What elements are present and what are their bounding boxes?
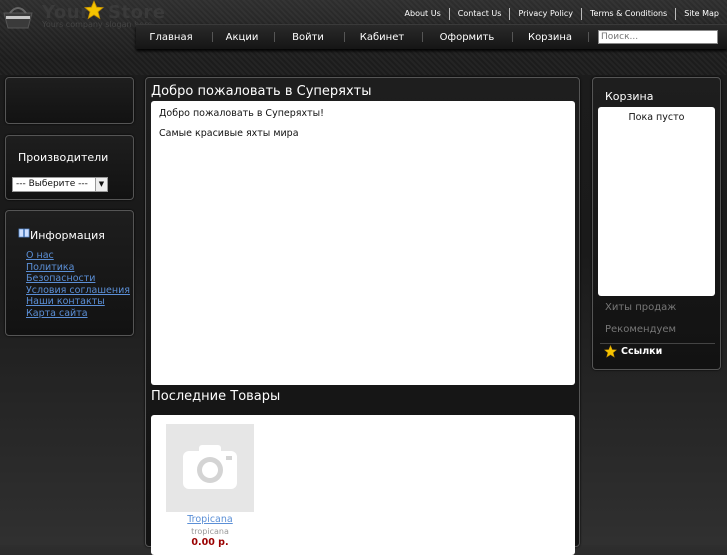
about-link[interactable]: О нас <box>26 250 130 262</box>
menu-item-cart[interactable]: Корзина <box>518 25 582 49</box>
product-price: 0.00 р. <box>191 537 229 548</box>
policy-link[interactable]: Политика <box>26 262 130 274</box>
menu-separator <box>274 32 275 42</box>
welcome-panel: Добро пожаловать в Суперяхты! Самые крас… <box>151 101 575 385</box>
contact-us-link[interactable]: Contact Us <box>448 8 510 20</box>
book-icon <box>18 228 30 238</box>
manufacturers-title: Производители <box>18 151 109 164</box>
menu-item-login[interactable]: Войти <box>276 25 340 49</box>
menu-separator <box>422 32 423 42</box>
manufacturer-select-value: --- Выберите --- <box>16 179 88 189</box>
latest-title: Последние Товары <box>151 389 281 404</box>
star-icon <box>84 0 104 20</box>
left-empty-box <box>5 77 134 124</box>
welcome-title: Добро пожаловать в Суперяхты <box>151 84 372 99</box>
manufacturer-select[interactable]: --- Выберите --- ▼ <box>12 177 108 192</box>
divider <box>600 343 715 344</box>
menu-item-home[interactable]: Главная <box>140 25 202 49</box>
latest-panel: Tropicana tropicana 0.00 р. <box>151 415 575 555</box>
product-model: tropicana <box>191 527 229 536</box>
menu-item-account[interactable]: Кабинет <box>348 25 416 49</box>
contacts-link[interactable]: Наши контакты <box>26 296 130 308</box>
search-input[interactable] <box>598 30 718 44</box>
welcome-line2: Самые красивые яхты мира <box>159 128 299 139</box>
menu-separator <box>344 32 345 42</box>
basket-icon <box>3 7 33 29</box>
star-icon <box>604 345 617 358</box>
cart-title: Корзина <box>605 90 654 103</box>
cart-panel: Пока пусто <box>598 107 715 296</box>
chevron-down-icon[interactable]: ▼ <box>95 178 107 191</box>
menu-item-specials[interactable]: Акции <box>212 25 272 49</box>
menu-separator <box>588 32 589 42</box>
terms-link[interactable]: Terms & Conditions <box>580 8 675 20</box>
information-links: О нас Политика Безопасности Условия согл… <box>26 250 130 320</box>
menu-separator <box>512 32 513 42</box>
top-links: About Us Contact Us Privacy Policy Terms… <box>397 8 727 20</box>
links-title[interactable]: Ссылки <box>621 346 662 357</box>
cart-empty-text: Пока пусто <box>628 112 685 123</box>
menu-item-checkout[interactable]: Оформить <box>430 25 504 49</box>
sitemap-link[interactable]: Карта сайта <box>26 308 130 320</box>
welcome-line1: Добро пожаловать в Суперяхты! <box>159 108 324 119</box>
information-title: Информация <box>30 229 105 242</box>
privacy-policy-link[interactable]: Privacy Policy <box>509 8 581 20</box>
site-map-link[interactable]: Site Map <box>675 8 727 20</box>
product-name-link[interactable]: Tropicana <box>166 514 254 525</box>
terms-agreement-link[interactable]: Условия соглашения <box>26 285 130 297</box>
product-image[interactable] <box>166 424 254 512</box>
tab-featured[interactable]: Рекомендуем <box>605 324 676 335</box>
camera-icon <box>183 445 237 489</box>
about-us-link[interactable]: About Us <box>397 8 449 20</box>
security-link[interactable]: Безопасности <box>26 273 130 285</box>
tab-bestsellers[interactable]: Хиты продаж <box>605 302 676 313</box>
